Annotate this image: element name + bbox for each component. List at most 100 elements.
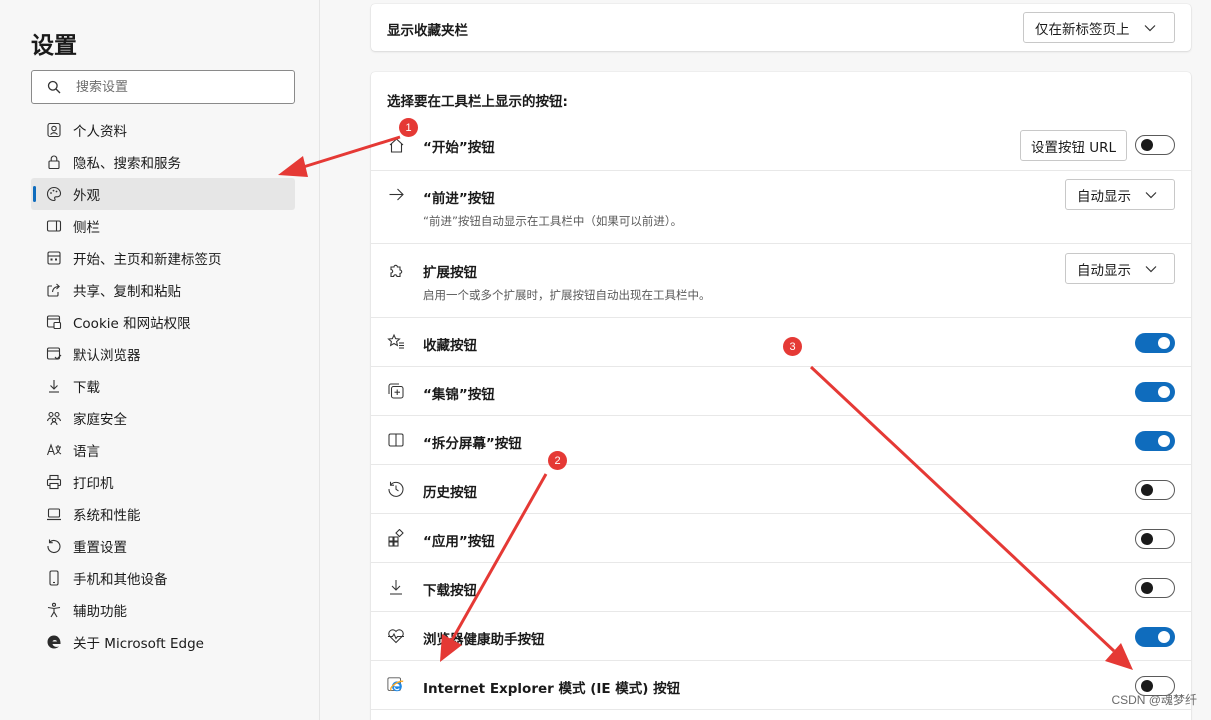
toolbar-buttons-card: 选择要在工具栏上显示的按钮: “开始”按钮 设置按钮 URL “前进”按钮 “前… xyxy=(371,72,1191,720)
watermark: CSDN @魂梦纤 xyxy=(1111,693,1197,707)
sidebar-item-phone[interactable]: 手机和其他设备 xyxy=(31,562,295,594)
history-button-toggle[interactable] xyxy=(1135,480,1175,500)
sidebar-item-label: 个人资料 xyxy=(73,124,127,140)
downloads-button-row: 下载按钮 xyxy=(371,562,1191,611)
sidebar-item-profile[interactable]: 个人资料 xyxy=(31,114,295,146)
sidebar-item-about[interactable]: 关于 Microsoft Edge xyxy=(31,626,295,658)
annotation-badge-2: 2 xyxy=(548,451,567,470)
sidebar-item-appearance[interactable]: 外观 xyxy=(31,178,295,210)
printer-icon xyxy=(45,474,62,491)
favorites-bar-card: 显示收藏夹栏 仅在新标签页上 xyxy=(371,4,1191,51)
ie-mode-button-row: Internet Explorer 模式 (IE 模式) 按钮 xyxy=(371,660,1191,709)
forward-button-dropdown[interactable]: 自动显示 xyxy=(1065,179,1175,210)
sidebar-item-label: 辅助功能 xyxy=(73,604,127,620)
download-icon xyxy=(45,378,62,395)
annotation-badge-3: 3 xyxy=(783,337,802,356)
set-button-url-button[interactable]: 设置按钮 URL xyxy=(1020,130,1127,161)
search-input[interactable] xyxy=(76,79,276,95)
browser-icon xyxy=(45,346,62,363)
edge-icon xyxy=(45,634,62,651)
language-icon xyxy=(45,442,62,459)
ie-mode-button-label: Internet Explorer 模式 (IE 模式) 按钮 xyxy=(423,681,681,697)
favorites-icon xyxy=(387,333,405,351)
favorites-button-toggle[interactable] xyxy=(1135,333,1175,353)
favorites-bar-dropdown[interactable]: 仅在新标签页上 xyxy=(1023,12,1175,43)
section-title: 选择要在工具栏上显示的按钮: xyxy=(387,94,568,110)
sidebar-item-privacy[interactable]: 隐私、搜索和服务 xyxy=(31,146,295,178)
home-button-toggle[interactable] xyxy=(1135,135,1175,155)
lock-icon xyxy=(45,154,62,171)
forward-button-label: “前进”按钮 xyxy=(423,191,495,207)
browser-health-button-toggle[interactable] xyxy=(1135,627,1175,647)
sidebar-icon xyxy=(45,218,62,235)
apps-button-toggle[interactable] xyxy=(1135,529,1175,549)
collections-icon xyxy=(387,382,405,400)
search-icon xyxy=(32,80,76,94)
sidebar-item-label: 打印机 xyxy=(73,476,114,492)
profile-icon xyxy=(45,122,62,139)
sidebar-item-start-home[interactable]: 开始、主页和新建标签页 xyxy=(31,242,295,274)
sidebar-item-share[interactable]: 共享、复制和粘贴 xyxy=(31,274,295,306)
sidebar-item-sidebar[interactable]: 侧栏 xyxy=(31,210,295,242)
apps-icon xyxy=(387,529,405,547)
next-row-partial xyxy=(371,709,1191,720)
sidebar-nav: 个人资料 隐私、搜索和服务 外观 侧栏 开始、主页和新建标签页 共享、复制和粘贴… xyxy=(31,114,295,658)
sidebar-item-label: 隐私、搜索和服务 xyxy=(73,156,181,172)
split-screen-button-row: “拆分屏幕”按钮 xyxy=(371,415,1191,464)
toggle-knob xyxy=(1158,386,1170,398)
sidebar-item-family[interactable]: 家庭安全 xyxy=(31,402,295,434)
chevron-down-icon xyxy=(1144,24,1156,32)
collections-button-label: “集锦”按钮 xyxy=(423,387,495,403)
collections-button-toggle[interactable] xyxy=(1135,382,1175,402)
download-icon xyxy=(387,578,405,596)
sidebar: 设置 个人资料 隐私、搜索和服务 外观 侧栏 开始、主页和新建标签页 xyxy=(0,0,320,720)
palette-icon xyxy=(45,186,62,203)
toggle-knob xyxy=(1158,337,1170,349)
forward-button-selected: 自动显示 xyxy=(1077,188,1131,205)
sidebar-item-label: 外观 xyxy=(73,188,100,204)
sidebar-item-language[interactable]: 语言 xyxy=(31,434,295,466)
cookie-icon xyxy=(45,314,62,331)
history-button-row: 历史按钮 xyxy=(371,464,1191,513)
family-icon xyxy=(45,410,62,427)
favorites-bar-label: 显示收藏夹栏 xyxy=(387,23,468,39)
sidebar-item-label: 共享、复制和粘贴 xyxy=(73,284,181,300)
history-button-label: 历史按钮 xyxy=(423,485,477,501)
sidebar-item-label: Cookie 和网站权限 xyxy=(73,316,191,332)
favorites-button-row: 收藏按钮 xyxy=(371,317,1191,366)
forward-button-desc: “前进”按钮自动显示在工具栏中（如果可以前进）。 xyxy=(423,214,683,228)
home-button-row: “开始”按钮 设置按钮 URL xyxy=(371,121,1191,170)
split-screen-button-toggle[interactable] xyxy=(1135,431,1175,451)
sidebar-item-accessibility[interactable]: 辅助功能 xyxy=(31,594,295,626)
sidebar-item-default-browser[interactable]: 默认浏览器 xyxy=(31,338,295,370)
sidebar-item-label: 开始、主页和新建标签页 xyxy=(73,252,222,268)
heart-pulse-icon xyxy=(387,627,405,645)
annotation-badge-1: 1 xyxy=(399,118,418,137)
downloads-button-toggle[interactable] xyxy=(1135,578,1175,598)
sidebar-item-label: 语言 xyxy=(73,444,100,460)
search-input-box[interactable] xyxy=(31,70,295,104)
split-screen-icon xyxy=(387,431,405,449)
chevron-down-icon xyxy=(1145,265,1157,273)
sidebar-item-label: 关于 Microsoft Edge xyxy=(73,636,204,652)
sidebar-item-label: 系统和性能 xyxy=(73,508,141,524)
sidebar-item-printers[interactable]: 打印机 xyxy=(31,466,295,498)
phone-icon xyxy=(45,570,62,587)
sidebar-item-downloads[interactable]: 下载 xyxy=(31,370,295,402)
home-grid-icon xyxy=(45,250,62,267)
toggle-knob xyxy=(1141,139,1153,151)
share-icon xyxy=(45,282,62,299)
extensions-button-dropdown[interactable]: 自动显示 xyxy=(1065,253,1175,284)
home-icon xyxy=(387,136,405,154)
sidebar-item-system[interactable]: 系统和性能 xyxy=(31,498,295,530)
sidebar-item-cookies[interactable]: Cookie 和网站权限 xyxy=(31,306,295,338)
chevron-down-icon xyxy=(1145,191,1157,199)
home-button-label: “开始”按钮 xyxy=(423,140,495,156)
sidebar-item-reset[interactable]: 重置设置 xyxy=(31,530,295,562)
extensions-button-row: 扩展按钮 启用一个或多个扩展时，扩展按钮自动出现在工具栏中。 自动显示 xyxy=(371,243,1191,317)
browser-health-button-row: 浏览器健康助手按钮 xyxy=(371,611,1191,660)
toggle-knob xyxy=(1158,435,1170,447)
browser-health-button-label: 浏览器健康助手按钮 xyxy=(423,632,545,648)
downloads-button-label: 下载按钮 xyxy=(423,583,477,599)
favorites-bar-selected: 仅在新标签页上 xyxy=(1035,21,1130,38)
